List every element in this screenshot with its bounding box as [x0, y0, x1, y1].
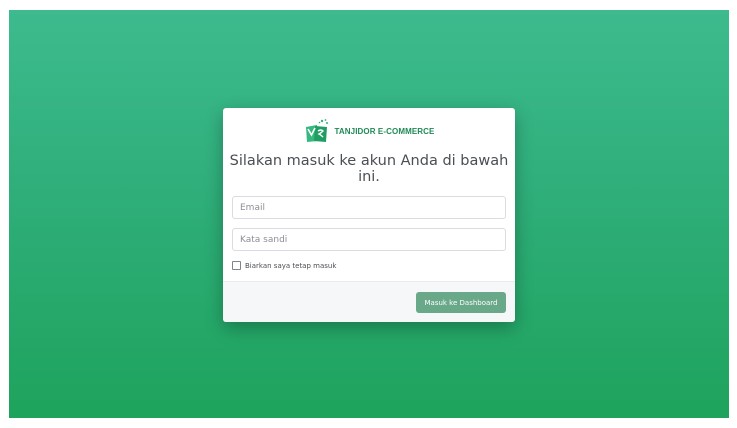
password-field[interactable]	[233, 229, 505, 251]
login-heading: Silakan masuk ke akun Anda di bawah ini.	[229, 153, 509, 185]
login-button[interactable]: Masuk ke Dashboard	[416, 292, 506, 313]
card-footer: Masuk ke Dashboard	[223, 281, 515, 322]
brand-name: TANJIDOR E-COMMERCE	[334, 126, 435, 136]
shopping-bag-icon	[305, 119, 328, 142]
brand-header: TANJIDOR E-COMMERCE	[223, 118, 515, 144]
remember-me[interactable]: Biarkan saya tetap masuk	[232, 261, 336, 270]
email-field-wrapper	[232, 196, 506, 219]
password-field-wrapper	[232, 228, 506, 251]
remember-checkbox[interactable]	[232, 261, 241, 270]
login-card: TANJIDOR E-COMMERCE Silakan masuk ke aku…	[223, 108, 515, 322]
remember-label: Biarkan saya tetap masuk	[245, 261, 337, 270]
page-background: TANJIDOR E-COMMERCE Silakan masuk ke aku…	[9, 10, 729, 418]
email-field[interactable]	[233, 197, 505, 219]
